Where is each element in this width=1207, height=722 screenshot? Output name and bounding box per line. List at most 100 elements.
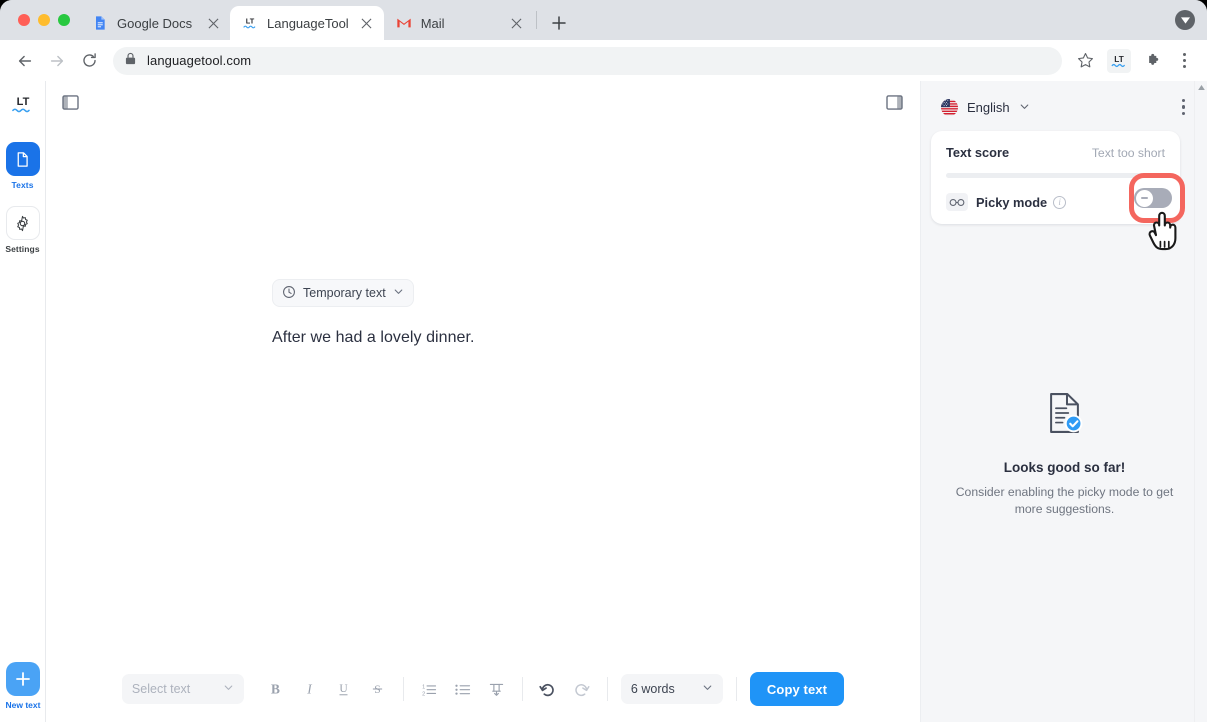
browser-menu-icon[interactable]: [1171, 46, 1197, 76]
window-collapse-icon[interactable]: [1175, 10, 1195, 30]
toggle-knob: [1136, 189, 1153, 207]
close-window-button[interactable]: [18, 14, 30, 26]
close-icon[interactable]: [358, 14, 376, 32]
text-score-status: Text too short: [1091, 146, 1165, 160]
browser-tab-google-docs[interactable]: Google Docs: [80, 6, 230, 40]
reload-icon[interactable]: [74, 46, 104, 76]
star-icon[interactable]: [1071, 47, 1099, 75]
browser-tab-languagetool[interactable]: LT LanguageTool: [230, 6, 384, 40]
right-sidebar-toggle-icon[interactable]: [882, 91, 906, 113]
chevron-down-icon: [702, 682, 713, 696]
clear-formatting-button[interactable]: [485, 676, 509, 702]
word-count-dropdown[interactable]: 6 words: [620, 674, 723, 704]
browser-tab-mail[interactable]: Mail: [384, 6, 534, 40]
browser-window: Google Docs LT LanguageTool Mail languag…: [0, 0, 1207, 722]
svg-text:2: 2: [423, 691, 426, 696]
languagetool-icon: LT: [242, 15, 258, 31]
toolbar-divider: [606, 677, 608, 701]
svg-text:1: 1: [423, 684, 426, 690]
toolbar-divider: [735, 677, 737, 701]
panel-menu-icon[interactable]: [1178, 95, 1189, 119]
us-flag-icon: [941, 98, 958, 116]
maximize-window-button[interactable]: [58, 14, 70, 26]
close-icon[interactable]: [508, 14, 526, 32]
suggestions-panel: English Text score Text too short Picky …: [920, 81, 1207, 722]
sidebar-item-texts[interactable]: Texts: [2, 142, 44, 190]
word-count-value: 6 words: [630, 682, 675, 696]
back-arrow-icon[interactable]: [10, 46, 40, 76]
bold-button[interactable]: B: [264, 676, 288, 702]
new-tab-button[interactable]: [545, 9, 573, 37]
close-icon[interactable]: [204, 14, 222, 32]
tab-divider: [535, 11, 537, 29]
address-bar[interactable]: languagetool.com: [113, 46, 1062, 75]
window-traffic-lights: [10, 0, 80, 40]
list-group: 1 2: [417, 676, 509, 702]
text-score-card: Text score Text too short Picky mode i: [931, 131, 1185, 251]
new-text-label: New text: [5, 700, 41, 710]
text-format-group: B I U S: [264, 676, 390, 702]
scroll-up-arrow-icon[interactable]: [1197, 83, 1206, 92]
chevron-down-icon: [393, 286, 404, 300]
tab-title: Google Docs: [117, 15, 193, 31]
mouse-cursor-icon: [1143, 206, 1183, 259]
numbered-list-button[interactable]: 1 2: [417, 676, 441, 702]
languagetool-logo[interactable]: LT: [10, 93, 36, 120]
panel-scrollbar[interactable]: [1194, 81, 1207, 722]
undo-button[interactable]: [536, 676, 560, 702]
extensions-puzzle-icon[interactable]: [1139, 46, 1169, 76]
bulleted-list-button[interactable]: [451, 676, 475, 702]
underline-button[interactable]: U: [332, 676, 356, 702]
sidebar-item-settings[interactable]: Settings: [2, 206, 44, 254]
text-score-label: Text score: [946, 145, 1010, 160]
sidebar-item-label: Texts: [11, 180, 34, 190]
toolbar-divider: [402, 677, 404, 701]
document-check-icon: [1045, 391, 1084, 440]
tab-title: Mail: [420, 15, 445, 31]
history-group: [536, 676, 594, 702]
svg-text:I: I: [307, 681, 313, 696]
lock-icon: [125, 52, 136, 70]
picky-mode-toggle[interactable]: [1134, 188, 1172, 208]
document-icon: [5, 142, 40, 176]
chevron-down-icon: [1019, 100, 1030, 115]
strikethrough-button[interactable]: S: [366, 676, 390, 702]
minimize-window-button[interactable]: [38, 14, 50, 26]
panel-header: English: [921, 81, 1207, 119]
svg-text:U: U: [340, 683, 349, 695]
language-selector[interactable]: English: [941, 98, 1030, 116]
svg-text:LT: LT: [246, 17, 255, 26]
new-text-section: New text: [0, 662, 46, 710]
browser-toolbar: languagetool.com LT: [0, 40, 1207, 81]
toolbar-divider: [521, 677, 523, 701]
editor-body[interactable]: Temporary text After we had a lovely din…: [46, 117, 920, 662]
editor-header: [46, 81, 920, 117]
gmail-icon: [396, 15, 412, 31]
svg-text:LT: LT: [1114, 54, 1123, 63]
editor-area: Temporary text After we had a lovely din…: [46, 81, 920, 722]
temporary-text-chip[interactable]: Temporary text: [272, 279, 414, 307]
italic-button[interactable]: I: [298, 676, 322, 702]
gear-icon: [5, 206, 40, 240]
sidebar-item-label: Settings: [5, 244, 40, 254]
info-icon[interactable]: i: [1053, 195, 1067, 209]
document-text[interactable]: After we had a lovely dinner.: [272, 329, 474, 347]
tab-title: LanguageTool: [267, 15, 349, 31]
empty-state: Looks good so far! Consider enabling the…: [921, 391, 1207, 518]
clock-icon: [282, 285, 296, 302]
temporary-text-label: Temporary text: [303, 286, 386, 300]
languagetool-extension-icon[interactable]: LT: [1107, 48, 1131, 73]
app-sidebar: LT Texts Settings New text: [0, 81, 46, 722]
picky-mode-label: Picky mode: [976, 194, 1048, 210]
redo-button[interactable]: [570, 676, 594, 702]
picky-mode-row: Picky mode i: [946, 173, 1185, 251]
left-sidebar-toggle-icon[interactable]: [58, 91, 82, 113]
new-text-button[interactable]: [6, 662, 40, 696]
svg-text:B: B: [271, 681, 280, 696]
svg-text:LT: LT: [16, 96, 29, 108]
select-text-dropdown[interactable]: Select text: [121, 674, 244, 704]
forward-arrow-icon[interactable]: [42, 46, 72, 76]
select-text-value: Select text: [131, 682, 191, 696]
glasses-icon: [946, 193, 968, 211]
copy-text-button[interactable]: Copy text: [749, 672, 845, 706]
